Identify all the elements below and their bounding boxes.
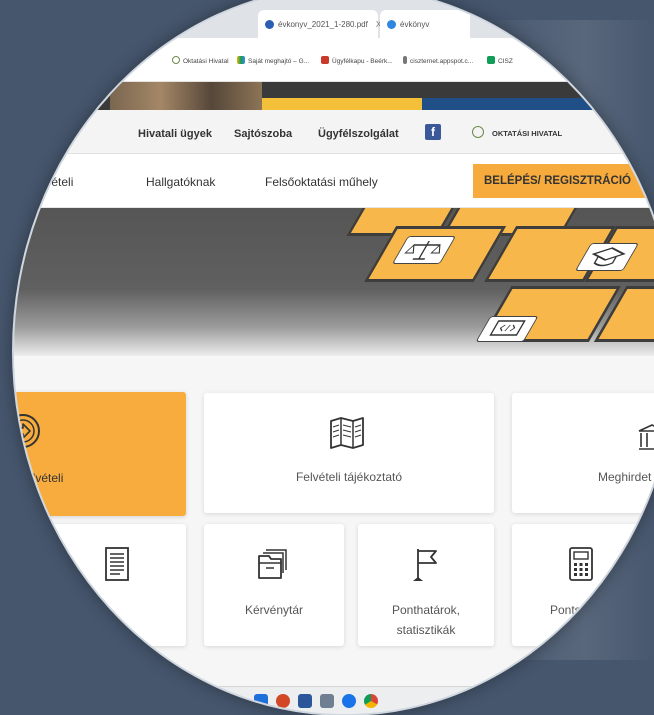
card-label: elvételi [26,471,64,485]
drive-icon [387,20,396,29]
oh-logo-icon [172,56,180,64]
bookmark-ugyfelkapu[interactable]: Ügyfélkapu - Beérk... [321,56,393,65]
ugyfelkapu-icon [321,56,329,64]
facebook-icon[interactable]: f [425,124,441,140]
banner-photo [110,82,262,110]
browser-tab-bar: évkonyv_2021_1-280.pdf X évkönyv [14,0,654,38]
top-navigation: Hivatali ügyek Sajtószoba Ügyfélszolgála… [14,110,654,154]
nav-hivatali-ugyek[interactable]: Hivatali ügyek [138,128,212,140]
browser-window: évkonyv_2021_1-280.pdf X évkönyv Oktatási… [14,0,654,714]
start-icon[interactable] [254,694,268,708]
tab-evkonyv[interactable]: évkönyv [380,10,470,38]
card-label: Felvételi tájékoztató [295,470,403,484]
powerpoint-icon[interactable] [276,694,290,708]
card-ponthatarok[interactable]: Ponthatárok, statisztikák [358,524,494,646]
main-content: elvételi Felvételi tájékoztató Meghirdet… [14,356,654,686]
nav-felsooktatasi-muhely[interactable]: Felsőoktatási műhely [265,175,378,189]
card-label: leírások [36,603,79,617]
tab-label: évkönyv [400,20,430,29]
bookmark-label: ciszternet.appspot.c... [410,58,474,65]
card-label-line2: statisztikák [396,623,456,637]
arrow-right-circle-icon [14,412,42,455]
calculator-app-icon[interactable] [320,694,334,708]
card-meghirdetett[interactable]: Meghirdet [512,393,654,513]
flag-icon [412,546,442,589]
banner-yellow-stripe [262,98,422,110]
sheets-icon [487,56,495,64]
card-leirasok[interactable]: leírások [14,524,186,646]
bookmark-label: CISZ [498,58,513,65]
building-icon [637,423,654,458]
word-icon[interactable] [298,694,312,708]
windows-taskbar [14,686,654,714]
card-label: Meghirdet [598,470,652,484]
login-register-button[interactable]: BELÉPÉS/ REGISZTRÁCIÓ [473,164,654,198]
card-kervenytar[interactable]: Kérvénytár [204,524,344,646]
document-icon [104,546,130,587]
card-felveteli-tajekoztato[interactable]: Felvételi tájékoztató [204,393,494,513]
chrome-icon[interactable] [364,694,378,708]
card-label-line2: l [585,623,588,637]
calculator-icon [568,546,594,587]
bookmark-label: Ügyfélkapu - Beérk... [332,58,393,65]
header-banner [14,82,654,110]
nav-ugyfelszolgalat[interactable]: Ügyfélszolgálat [318,128,399,140]
drive-icon [237,56,245,64]
chrome-icon [265,20,274,29]
folder-icon [256,546,292,587]
card-label-line1: Ponthatárok, [391,603,461,617]
bookmark-oktatasi-hivatal[interactable]: Oktatási Hivatal [172,56,229,65]
tab-evkonyv-pdf[interactable]: évkonyv_2021_1-280.pdf X [258,10,381,38]
banner-blue-stripe [422,98,654,110]
nav-hallgatoknak[interactable]: Hallgatóknak [146,175,215,189]
tab-label: évkonyv_2021_1-280.pdf [278,20,368,29]
card-felveteli[interactable]: elvételi [14,392,186,516]
link-icon [403,56,407,64]
hero-graphic [14,208,654,356]
outlook-icon[interactable] [342,694,356,708]
bookmarks-bar: Oktatási Hivatal Saját meghajtó – G... Ü… [14,38,654,82]
oktatasi-hivatal-logo-icon [472,126,484,138]
bookmark-ciszternet[interactable]: ciszternet.appspot.c... [403,56,473,65]
card-label: Kérvénytár [244,603,304,617]
card-label-line1: Ponts [550,603,581,617]
magnifier-lens: évkonyv_2021_1-280.pdf X évkönyv Oktatási… [14,0,654,714]
bookmark-cisz[interactable]: CISZ [487,56,513,65]
bookmark-label: Oktatási Hivatal [183,58,229,65]
bookmark-label: Saját meghajtó – G... [248,58,310,65]
nav-sajtoszoba[interactable]: Sajtószoba [234,128,292,140]
map-icon [328,415,366,456]
bookmark-sajat-meghajto[interactable]: Saját meghajtó – G... [237,56,309,65]
nav-felveteli[interactable]: elvételi [36,175,73,189]
org-name[interactable]: OKTATÁSI HIVATAL [492,129,562,138]
card-pontszamitas[interactable]: Ponts l [512,524,654,646]
main-navigation: elvételi Hallgatóknak Felsőoktatási műhe… [14,154,654,208]
